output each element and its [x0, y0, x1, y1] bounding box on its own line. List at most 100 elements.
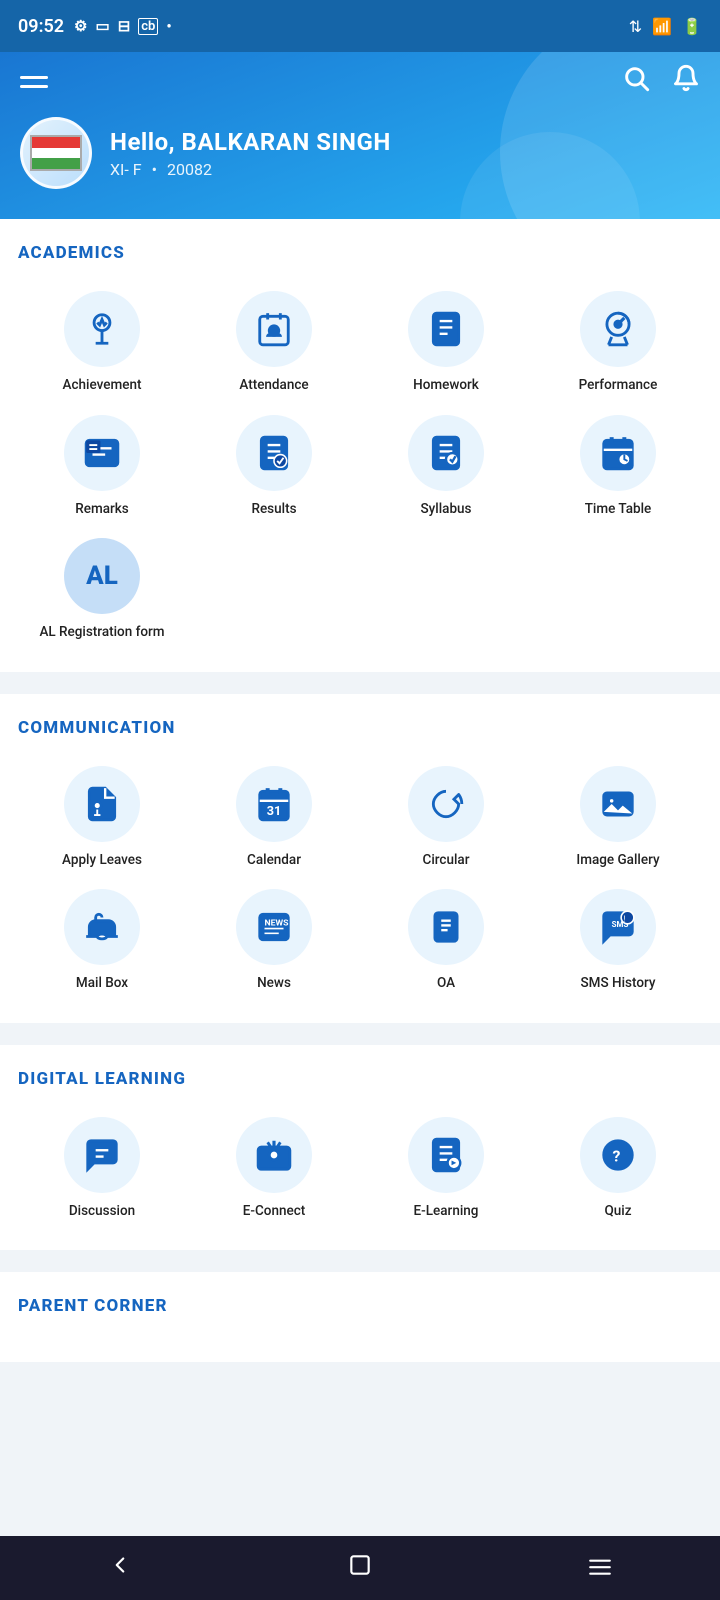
svg-text:31: 31	[267, 804, 282, 819]
signal-icon: ⇅	[629, 17, 642, 36]
quiz-item[interactable]: ? Quiz	[534, 1111, 702, 1227]
bottom-spacer	[0, 1374, 720, 1438]
svg-text:?: ?	[612, 1146, 620, 1165]
e-connect-label: E-Connect	[243, 1203, 306, 1221]
calendar-icon-circle: 31	[236, 766, 312, 842]
mailbox-item[interactable]: Mail Box	[18, 883, 186, 999]
status-left: 09:52 ⚙ ▭ ⊟ cb •	[18, 16, 172, 37]
remarks-icon-circle	[64, 415, 140, 491]
digital-learning-title: DIGITAL LEARNING	[18, 1069, 702, 1089]
discussion-icon-circle	[64, 1117, 140, 1193]
performance-label: Performance	[579, 377, 658, 395]
digital-learning-section: DIGITAL LEARNING Discussion	[0, 1045, 720, 1251]
bottom-navigation	[0, 1536, 720, 1600]
sms-history-label: SMS History	[581, 975, 656, 993]
attendance-label: Attendance	[239, 377, 308, 395]
oa-item[interactable]: OA	[362, 883, 530, 999]
svg-text:NEWS: NEWS	[265, 919, 290, 929]
quiz-label: Quiz	[604, 1203, 631, 1221]
home-button[interactable]	[323, 1544, 397, 1593]
results-icon-circle	[236, 415, 312, 491]
battery-icon: 🔋	[682, 17, 702, 36]
timetable-item[interactable]: Time Table	[534, 409, 702, 525]
svg-text:!: !	[624, 915, 626, 924]
cast-icon: ▭	[96, 17, 110, 35]
calendar-label: Calendar	[247, 852, 301, 870]
news-item[interactable]: NEWS News	[190, 883, 358, 999]
gear-icon: ⚙	[74, 17, 87, 35]
al-registration-item[interactable]: AL AL Registration form	[18, 532, 186, 648]
parent-corner-section: PARENT CORNER	[0, 1272, 720, 1362]
e-learning-label: E-Learning	[414, 1203, 479, 1221]
mailbox-label: Mail Box	[76, 975, 128, 993]
separator-dot: •	[152, 160, 157, 179]
greeting-text: Hello, BALKARAN SINGH	[110, 128, 391, 156]
e-learning-item[interactable]: E-Learning	[362, 1111, 530, 1227]
syllabus-label: Syllabus	[421, 501, 472, 519]
discussion-item[interactable]: Discussion	[18, 1111, 186, 1227]
roll-no: 20082	[167, 160, 212, 179]
status-right: ⇅ 📶 🔋	[629, 17, 702, 36]
homework-label: Homework	[413, 377, 479, 395]
timetable-label: Time Table	[585, 501, 652, 519]
divider-3	[0, 1262, 720, 1272]
attendance-icon-circle	[236, 291, 312, 367]
dot-icon: •	[166, 17, 171, 35]
user-sub-info: XI- F • 20082	[110, 160, 391, 179]
image-gallery-item[interactable]: Image Gallery	[534, 760, 702, 876]
al-icon-circle: AL	[64, 538, 140, 614]
quiz-icon-circle: ?	[580, 1117, 656, 1193]
cb-icon: cb	[138, 18, 158, 35]
image-gallery-icon-circle	[580, 766, 656, 842]
performance-icon-circle	[580, 291, 656, 367]
calendar-item[interactable]: 31 Calendar	[190, 760, 358, 876]
time-display: 09:52	[18, 16, 64, 37]
remarks-item[interactable]: Remarks	[18, 409, 186, 525]
image-gallery-label: Image Gallery	[576, 852, 659, 870]
communication-section: COMMUNICATION Apply Leaves 3	[0, 694, 720, 1023]
results-item[interactable]: Results	[190, 409, 358, 525]
sms-history-item[interactable]: SMS ! SMS History	[534, 883, 702, 999]
parent-corner-title: PARENT CORNER	[18, 1296, 702, 1316]
achievement-label: Achievement	[63, 377, 142, 395]
apply-leaves-label: Apply Leaves	[62, 852, 142, 870]
timetable-icon-circle	[580, 415, 656, 491]
news-label: News	[257, 975, 291, 993]
digital-learning-grid: Discussion E-Connect	[18, 1111, 702, 1227]
academics-grid: Achievement Attendance Ho	[18, 285, 702, 648]
status-bar: 09:52 ⚙ ▭ ⊟ cb • ⇅ 📶 🔋	[0, 0, 720, 52]
user-info: Hello, BALKARAN SINGH XI- F • 20082	[20, 117, 700, 189]
menu-button[interactable]	[563, 1544, 637, 1593]
circular-label: Circular	[423, 852, 470, 870]
class-label: XI- F	[110, 160, 142, 179]
communication-title: COMMUNICATION	[18, 718, 702, 738]
academics-section: ACADEMICS Achievement	[0, 219, 720, 672]
al-text: AL	[86, 561, 118, 591]
user-text: Hello, BALKARAN SINGH XI- F • 20082	[110, 128, 391, 179]
e-connect-item[interactable]: E-Connect	[190, 1111, 358, 1227]
header: Hello, BALKARAN SINGH XI- F • 20082	[0, 52, 720, 219]
mailbox-icon-circle	[64, 889, 140, 965]
back-button[interactable]	[83, 1544, 157, 1593]
circular-item[interactable]: Circular	[362, 760, 530, 876]
wifi-icon: 📶	[652, 17, 672, 36]
homework-icon-circle	[408, 291, 484, 367]
divider-1	[0, 684, 720, 694]
discussion-label: Discussion	[69, 1203, 135, 1221]
achievement-item[interactable]: Achievement	[18, 285, 186, 401]
e-learning-icon-circle	[408, 1117, 484, 1193]
hamburger-menu[interactable]	[20, 76, 48, 88]
homework-item[interactable]: Homework	[362, 285, 530, 401]
academics-title: ACADEMICS	[18, 243, 702, 263]
payment-icon: ⊟	[118, 17, 131, 35]
avatar	[20, 117, 92, 189]
attendance-item[interactable]: Attendance	[190, 285, 358, 401]
divider-2	[0, 1035, 720, 1045]
e-connect-icon-circle	[236, 1117, 312, 1193]
oa-icon-circle	[408, 889, 484, 965]
apply-leaves-item[interactable]: Apply Leaves	[18, 760, 186, 876]
performance-item[interactable]: Performance	[534, 285, 702, 401]
oa-label: OA	[437, 975, 455, 993]
syllabus-item[interactable]: Syllabus	[362, 409, 530, 525]
achievement-icon-circle	[64, 291, 140, 367]
